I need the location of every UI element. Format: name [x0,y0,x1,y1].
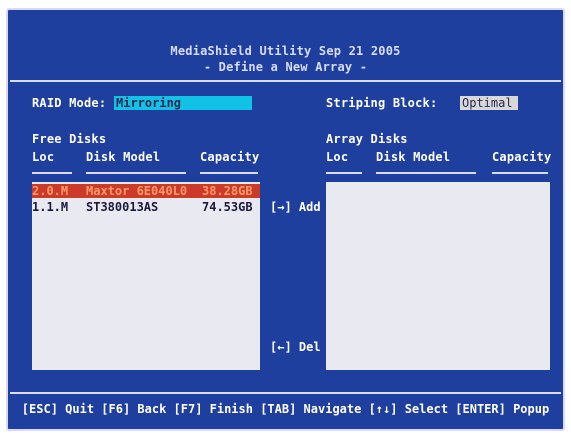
array-disks-list[interactable] [326,182,550,370]
free-disk-capacity: 74.53GB [202,200,253,214]
utility-title: MediaShield Utility Sep 21 2005 [170,44,401,58]
add-button[interactable]: [→] Add [270,200,321,214]
free-disk-model: Maxtor 6E040L0 [86,184,188,198]
free-disk-row-1[interactable]: 2.0.M Maxtor 6E040L0 38.28GB [32,184,260,198]
header-divider [10,80,561,82]
free-disk-loc: 2.0.M [32,184,69,198]
free-disk-loc: 1.1.M [32,200,69,214]
bios-raid-panel: MediaShield Utility Sep 21 2005 - Define… [6,8,565,431]
page-subtitle: - Define a New Array - [203,60,368,74]
footer-divider [10,392,561,394]
free-col-underline-model [86,172,186,174]
striping-block-label: Striping Block: [326,96,438,110]
striping-block-field[interactable]: Optimal [460,96,518,110]
raid-mode-field[interactable]: Mirroring [114,96,252,110]
array-disks-col-model: Disk Model [376,150,451,164]
free-disk-row-2[interactable]: 1.1.M ST380013AS 74.53GB [32,200,260,214]
raid-mode-label: RAID Mode: [32,96,107,110]
array-disks-col-loc: Loc [326,150,349,164]
free-disks-title: Free Disks [32,132,107,146]
del-button[interactable]: [←] Del [270,340,321,354]
free-col-underline-capacity [200,172,258,174]
free-disk-model: ST380013AS [86,200,159,214]
key-help-bar: [ESC] Quit [F6] Back [F7] Finish [TAB] N… [21,402,550,416]
array-disks-title: Array Disks [326,132,408,146]
free-col-underline-loc [32,172,72,174]
array-disks-col-capacity: Capacity [492,150,552,164]
screen: MediaShield Utility Sep 21 2005 - Define… [0,0,571,433]
free-disks-col-model: Disk Model [86,150,161,164]
array-col-underline-capacity [492,172,548,174]
free-disks-col-loc: Loc [32,150,55,164]
array-col-underline-model [376,172,476,174]
free-disk-capacity: 38.28GB [202,184,253,198]
free-disks-col-capacity: Capacity [200,150,260,164]
free-disks-list[interactable]: 2.0.M Maxtor 6E040L0 38.28GB 1.1.M ST380… [32,182,260,370]
array-col-underline-loc [326,172,362,174]
